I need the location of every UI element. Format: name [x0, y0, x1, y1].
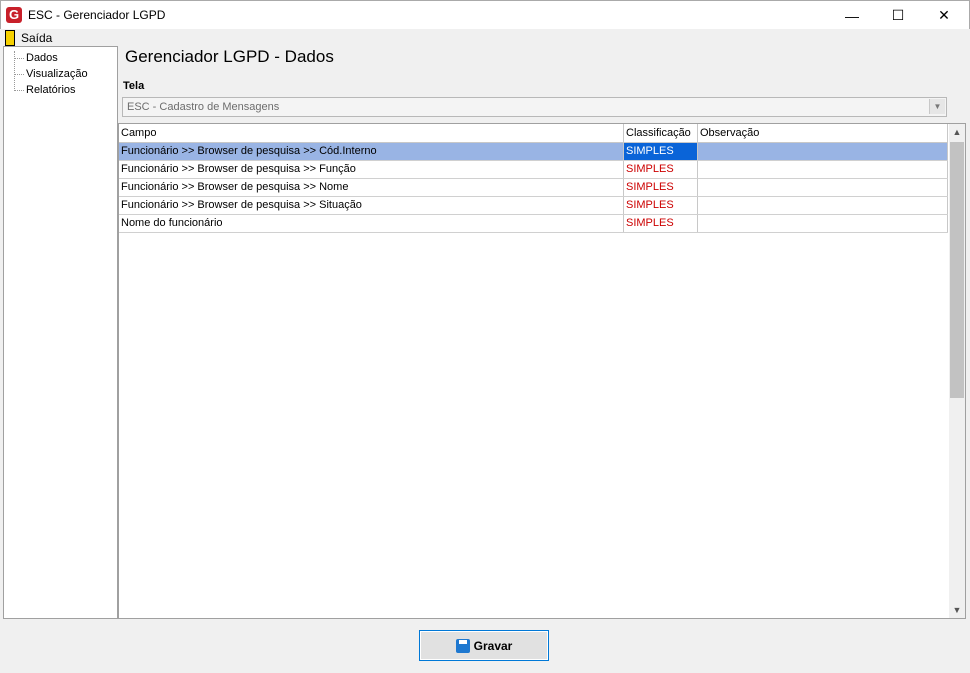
table-row[interactable]: Funcionário >> Browser de pesquisa >> No… [119, 179, 948, 197]
app-logo-icon: G [6, 7, 22, 23]
maximize-button[interactable]: ☐ [875, 1, 921, 30]
cell-observacao[interactable] [698, 215, 948, 232]
tree-item-label: Visualização [26, 68, 88, 80]
column-header-observacao[interactable]: Observação [698, 124, 948, 142]
window-title: ESC - Gerenciador LGPD [28, 8, 166, 22]
save-disk-icon [455, 638, 470, 653]
gravar-button[interactable]: Gravar [419, 630, 549, 661]
minimize-button[interactable]: — [829, 1, 875, 30]
close-button[interactable]: ✕ [921, 1, 967, 30]
table-row[interactable]: Funcionário >> Browser de pesquisa >> Có… [119, 143, 948, 161]
cell-classificacao[interactable]: SIMPLES [624, 161, 698, 178]
vertical-scrollbar[interactable]: ▲ ▼ [949, 124, 965, 618]
cell-observacao[interactable] [698, 197, 948, 214]
tela-select[interactable]: ESC - Cadastro de Mensagens ▼ [122, 97, 947, 117]
cell-campo: Funcionário >> Browser de pesquisa >> Có… [119, 143, 624, 160]
scroll-down-icon[interactable]: ▼ [949, 602, 965, 618]
exit-door-icon[interactable] [5, 30, 15, 46]
cell-campo: Funcionário >> Browser de pesquisa >> Fu… [119, 161, 624, 178]
scroll-up-icon[interactable]: ▲ [949, 124, 965, 140]
tree-item-label: Dados [26, 52, 58, 64]
column-header-classificacao[interactable]: Classificação [624, 124, 698, 142]
gravar-button-label: Gravar [473, 638, 513, 653]
cell-classificacao[interactable]: SIMPLES [624, 197, 698, 214]
tela-label: Tela [123, 80, 145, 92]
cell-observacao[interactable] [698, 179, 948, 196]
navigation-tree: Dados Visualização Relatórios [3, 46, 118, 619]
cell-observacao[interactable] [698, 143, 948, 160]
menu-item-saida[interactable]: Saída [21, 31, 52, 45]
tree-connector [14, 51, 15, 89]
cell-campo: Funcionário >> Browser de pesquisa >> No… [119, 179, 624, 196]
table-row[interactable]: Funcionário >> Browser de pesquisa >> Si… [119, 197, 948, 215]
cell-classificacao[interactable]: SIMPLES [624, 215, 698, 232]
title-bar: G ESC - Gerenciador LGPD — ☐ ✕ [0, 0, 970, 30]
cell-classificacao[interactable]: SIMPLES [624, 179, 698, 196]
page-title: Gerenciador LGPD - Dados [125, 47, 334, 66]
cell-observacao[interactable] [698, 161, 948, 178]
cell-campo: Nome do funcionário [119, 215, 624, 232]
cell-campo: Funcionário >> Browser de pesquisa >> Si… [119, 197, 624, 214]
cell-classificacao[interactable]: SIMPLES [624, 143, 698, 160]
fields-grid: Campo Classificação Observação Funcionár… [118, 123, 966, 619]
column-header-campo[interactable]: Campo [119, 124, 624, 142]
tree-item-label: Relatórios [26, 84, 76, 96]
scrollbar-thumb[interactable] [950, 142, 964, 398]
menu-bar: Saída [0, 29, 970, 46]
grid-header: Campo Classificação Observação [119, 124, 948, 143]
table-row[interactable]: Funcionário >> Browser de pesquisa >> Fu… [119, 161, 948, 179]
table-row[interactable]: Nome do funcionário SIMPLES [119, 215, 948, 233]
chevron-down-icon[interactable]: ▼ [929, 99, 945, 114]
tela-select-value: ESC - Cadastro de Mensagens [127, 101, 280, 113]
